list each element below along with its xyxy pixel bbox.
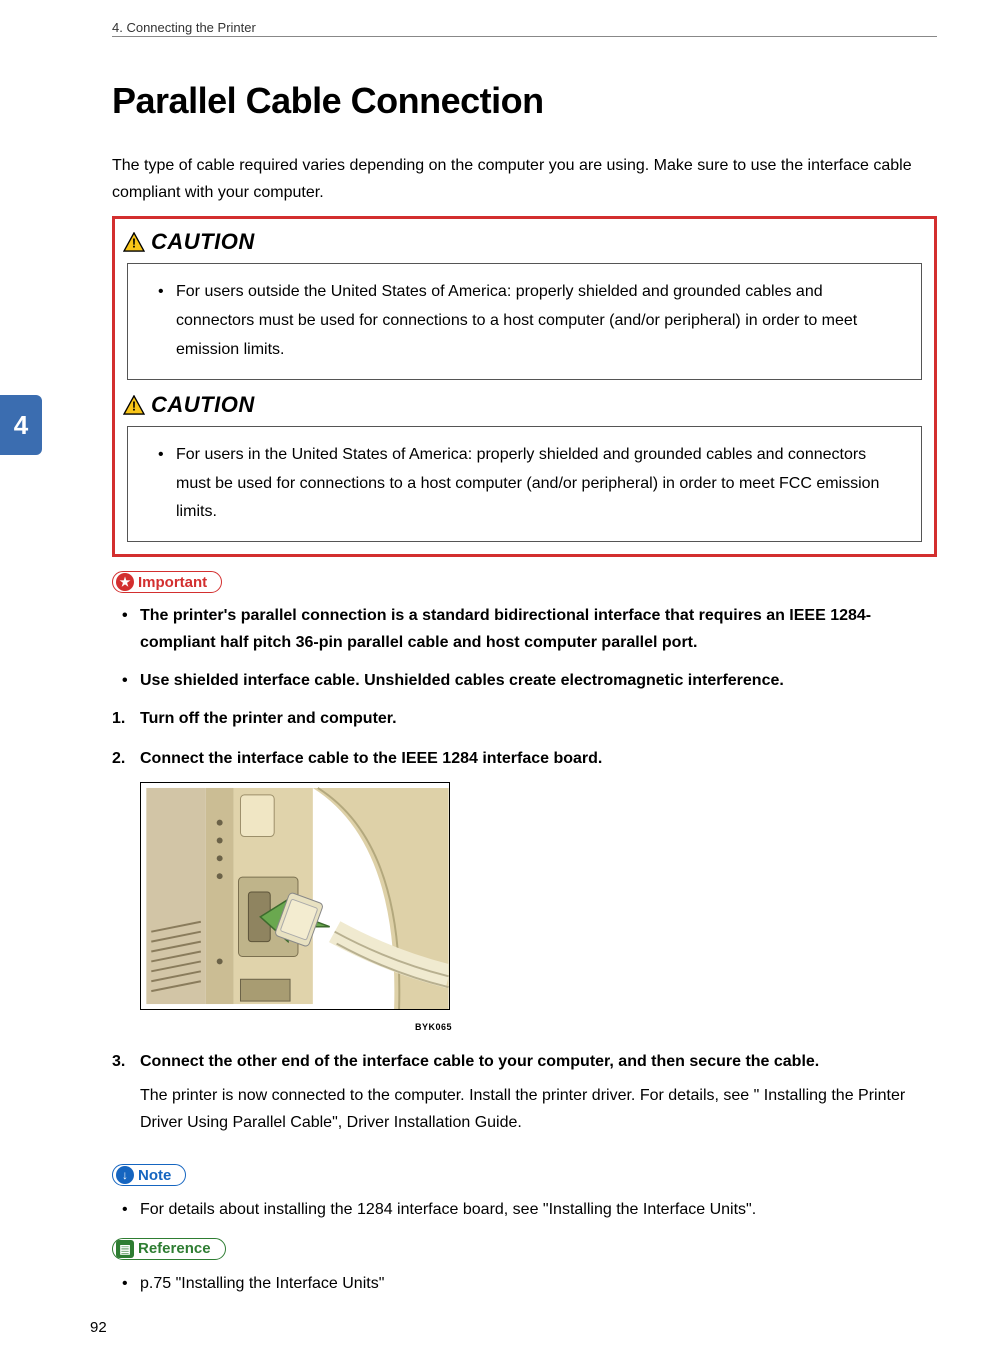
caution-label-1: CAUTION xyxy=(151,229,255,255)
important-list: The printer's parallel connection is a s… xyxy=(112,603,937,694)
running-header: 4. Connecting the Printer xyxy=(112,20,256,35)
warning-triangle-icon: ! xyxy=(123,395,145,415)
caution-label-2: CAUTION xyxy=(151,392,255,418)
svg-text:!: ! xyxy=(132,236,136,251)
important-item-1: The printer's parallel connection is a s… xyxy=(140,603,937,656)
star-icon: ★ xyxy=(116,573,134,591)
reference-callout: ▤ Reference xyxy=(112,1238,226,1260)
important-label: Important xyxy=(138,574,207,591)
caution-box-2: For users in the United States of Americ… xyxy=(127,426,922,542)
document-icon: ▤ xyxy=(116,1240,134,1258)
intro-paragraph: The type of cable required varies depend… xyxy=(112,152,937,206)
caution-heading-2: ! CAUTION xyxy=(123,392,926,418)
reference-item: p.75 "Installing the Interface Units" xyxy=(140,1270,937,1297)
cable-connection-illustration xyxy=(140,782,450,1010)
note-list: For details about installing the 1284 in… xyxy=(112,1196,937,1223)
svg-text:!: ! xyxy=(132,398,136,413)
warning-triangle-icon: ! xyxy=(123,232,145,252)
caution-box-1: For users outside the United States of A… xyxy=(127,263,922,379)
note-callout: ↓ Note xyxy=(112,1164,186,1186)
important-callout: ★ Important xyxy=(112,571,222,593)
note-label: Note xyxy=(138,1167,171,1184)
step-2: Connect the interface cable to the IEEE … xyxy=(140,746,937,1035)
caution-heading-1: ! CAUTION xyxy=(123,229,926,255)
important-item-2: Use shielded interface cable. Unshielded… xyxy=(140,668,937,694)
reference-list: p.75 "Installing the Interface Units" xyxy=(112,1270,937,1297)
page-number: 92 xyxy=(90,1319,107,1336)
header-rule xyxy=(112,36,937,37)
figure-id: BYK065 xyxy=(140,1020,452,1034)
main-content: Parallel Cable Connection The type of ca… xyxy=(112,80,937,1297)
caution-container: ! CAUTION For users outside the United S… xyxy=(112,216,937,557)
step-1: Turn off the printer and computer. xyxy=(140,706,937,732)
note-item: For details about installing the 1284 in… xyxy=(140,1196,937,1223)
step-1-text: Turn off the printer and computer. xyxy=(140,710,397,727)
procedure-steps: Turn off the printer and computer. Conne… xyxy=(112,706,937,1136)
page-title: Parallel Cable Connection xyxy=(112,80,937,122)
chapter-tab: 4 xyxy=(0,395,42,455)
arrow-down-icon: ↓ xyxy=(116,1166,134,1184)
reference-label: Reference xyxy=(138,1240,211,1257)
caution-text-2: For users in the United States of Americ… xyxy=(176,441,901,527)
step-3: Connect the other end of the interface c… xyxy=(140,1049,937,1137)
caution-text-1: For users outside the United States of A… xyxy=(176,278,901,364)
step-3-text: Connect the other end of the interface c… xyxy=(140,1053,819,1070)
step-3-subtext: The printer is now connected to the comp… xyxy=(140,1082,937,1136)
figure-wrap: BYK065 xyxy=(140,782,937,1035)
step-2-text: Connect the interface cable to the IEEE … xyxy=(140,750,602,767)
